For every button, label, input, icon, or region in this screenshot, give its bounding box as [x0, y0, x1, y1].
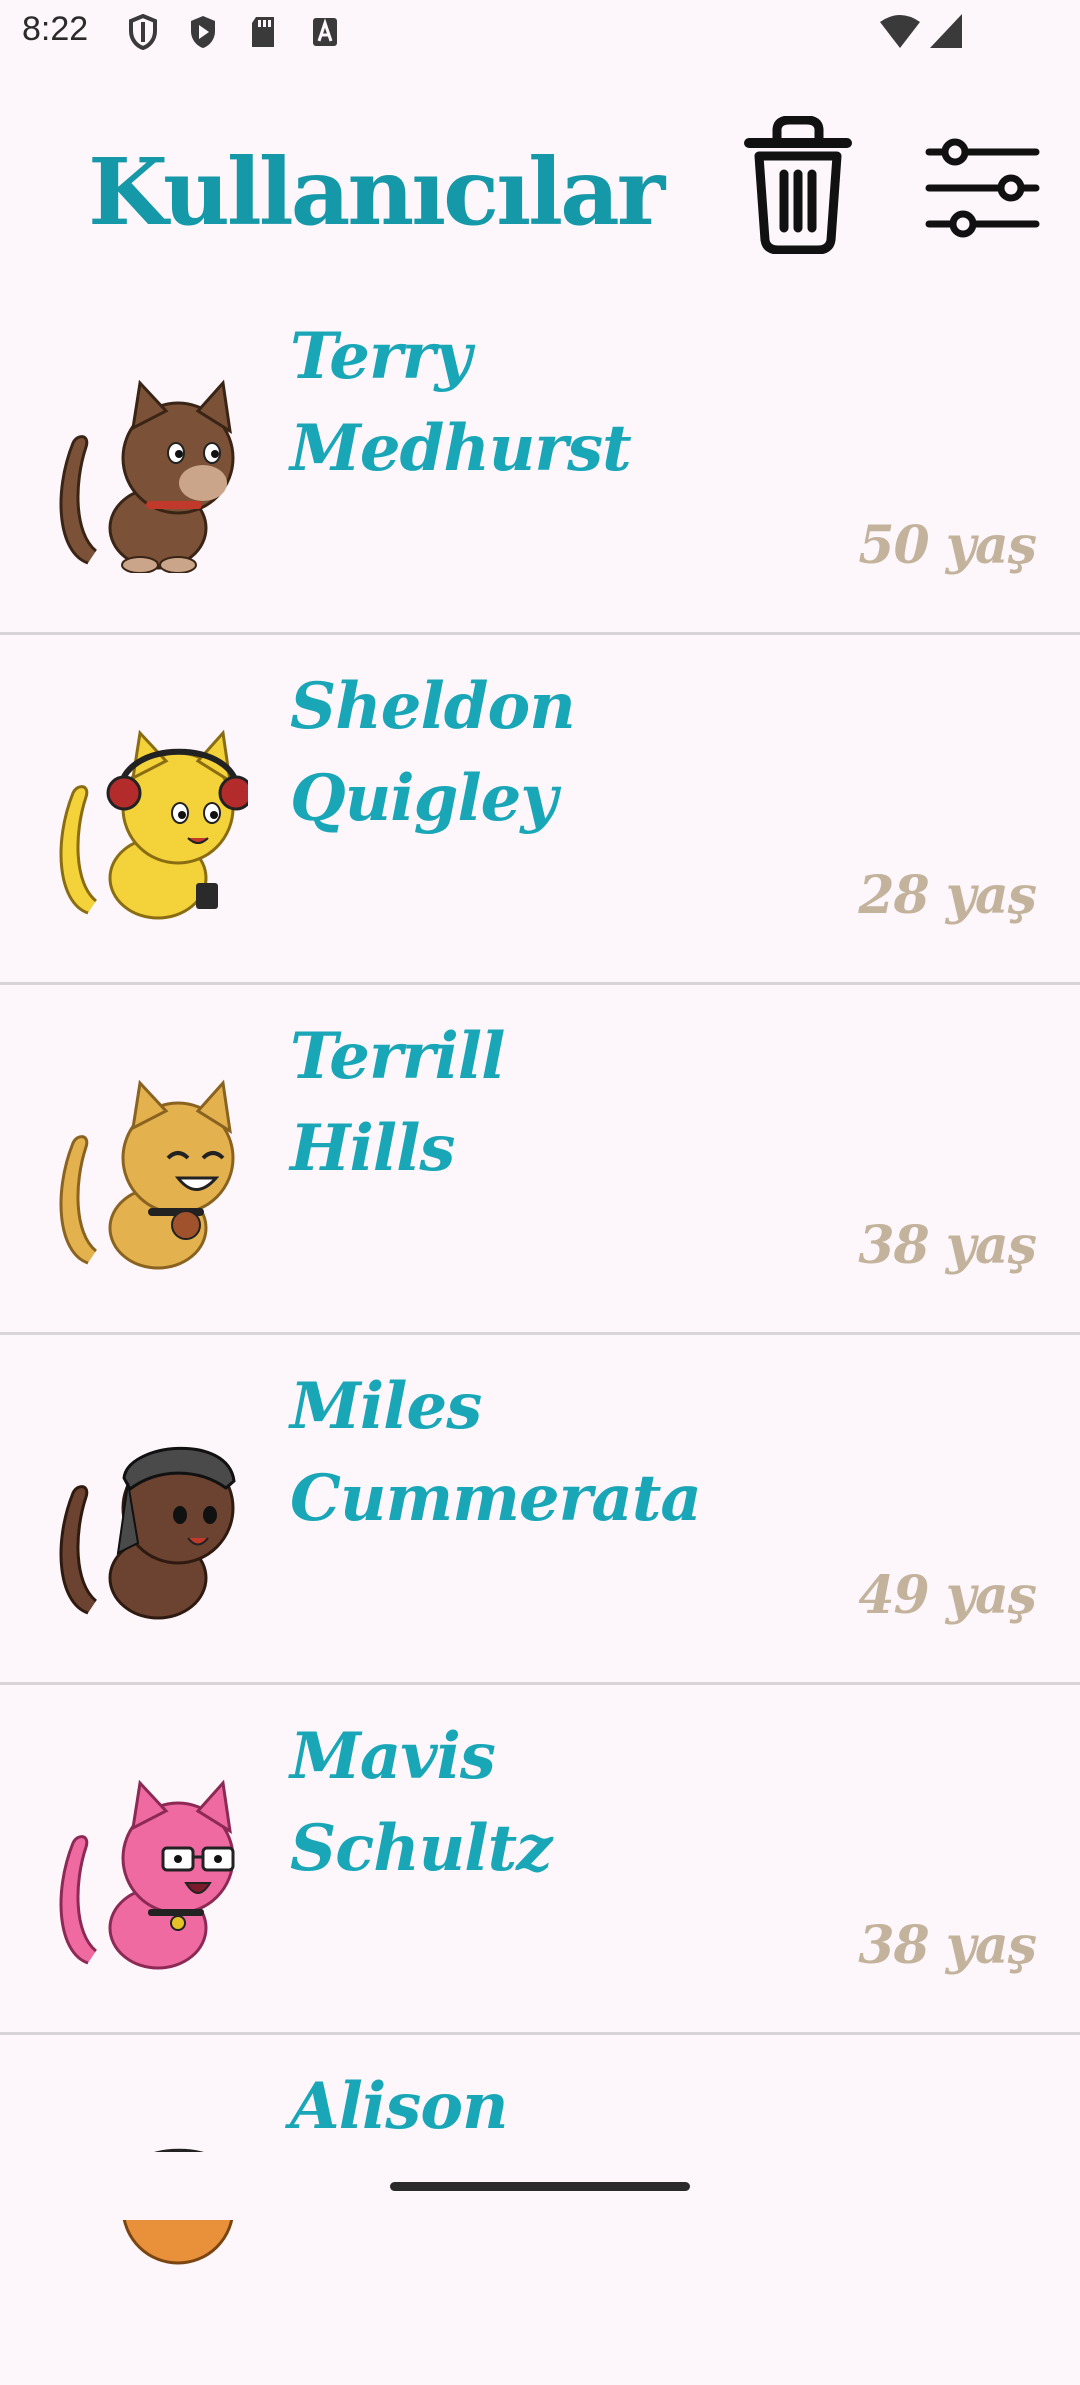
user-age: 38 yaş: [858, 1915, 1037, 1976]
user-first-name: Terry: [290, 319, 472, 394]
filter-sliders-icon[interactable]: [925, 138, 1040, 238]
cat-avatar-icon: [59, 379, 235, 573]
user-name: Alison: [290, 2061, 509, 2153]
wifi-icon: [880, 15, 920, 48]
user-first-name: Terrill: [290, 1019, 505, 1094]
sd-card-icon: [252, 17, 274, 47]
shield-icon: [129, 14, 157, 50]
user-age: 49 yaş: [858, 1565, 1037, 1626]
user-card[interactable]: Mavis Schultz 38 yaş: [0, 1685, 1080, 2035]
user-age: 50 yaş: [858, 515, 1037, 576]
user-first-name: Miles: [290, 1369, 482, 1444]
home-gesture-bar[interactable]: [390, 2182, 690, 2191]
cat-avatar-icon: [59, 1079, 235, 1270]
user-last-name: Cummerata: [290, 1461, 702, 1536]
user-age: 28 yaş: [858, 865, 1037, 926]
user-card[interactable]: Miles Cummerata 49 yaş: [0, 1335, 1080, 1685]
trash-icon[interactable]: [743, 116, 853, 254]
user-card[interactable]: Terrill Hills 38 yaş: [0, 985, 1080, 1335]
user-age: 38 yaş: [858, 1215, 1037, 1276]
status-time: 8:22: [22, 10, 89, 48]
user-name: Terrill Hills: [290, 1011, 505, 1195]
user-last-name: Hills: [290, 1111, 455, 1186]
user-last-name: Quigley: [290, 761, 558, 836]
cat-avatar-icon: [59, 1779, 235, 1970]
user-first-name: Alison: [290, 2069, 509, 2144]
user-name: Terry Medhurst: [290, 311, 632, 495]
signal-icon: [930, 14, 962, 48]
cat-avatar-icon: [59, 729, 248, 920]
status-bar: 8:22: [0, 0, 1080, 66]
user-name: Sheldon Quigley: [290, 661, 576, 845]
user-card[interactable]: Sheldon Quigley 28 yaş: [0, 635, 1080, 985]
user-name: Miles Cummerata: [290, 1361, 702, 1545]
play-protect-icon: [191, 16, 215, 48]
user-first-name: Sheldon: [290, 669, 576, 744]
app-header: Kullanıcılar: [0, 66, 1080, 306]
cat-avatar-icon: [59, 1446, 236, 1620]
user-list: Terry Medhurst 50 yaş Sheldon Quigley 28: [0, 285, 1080, 2385]
user-card[interactable]: Terry Medhurst 50 yaş: [0, 285, 1080, 635]
user-last-name: Schultz: [290, 1811, 552, 1886]
text-a-icon: [313, 18, 337, 46]
user-last-name: Medhurst: [290, 411, 632, 486]
user-name: Mavis Schultz: [290, 1711, 552, 1895]
user-first-name: Mavis: [290, 1719, 496, 1794]
page-title: Kullanıcılar: [88, 138, 665, 246]
